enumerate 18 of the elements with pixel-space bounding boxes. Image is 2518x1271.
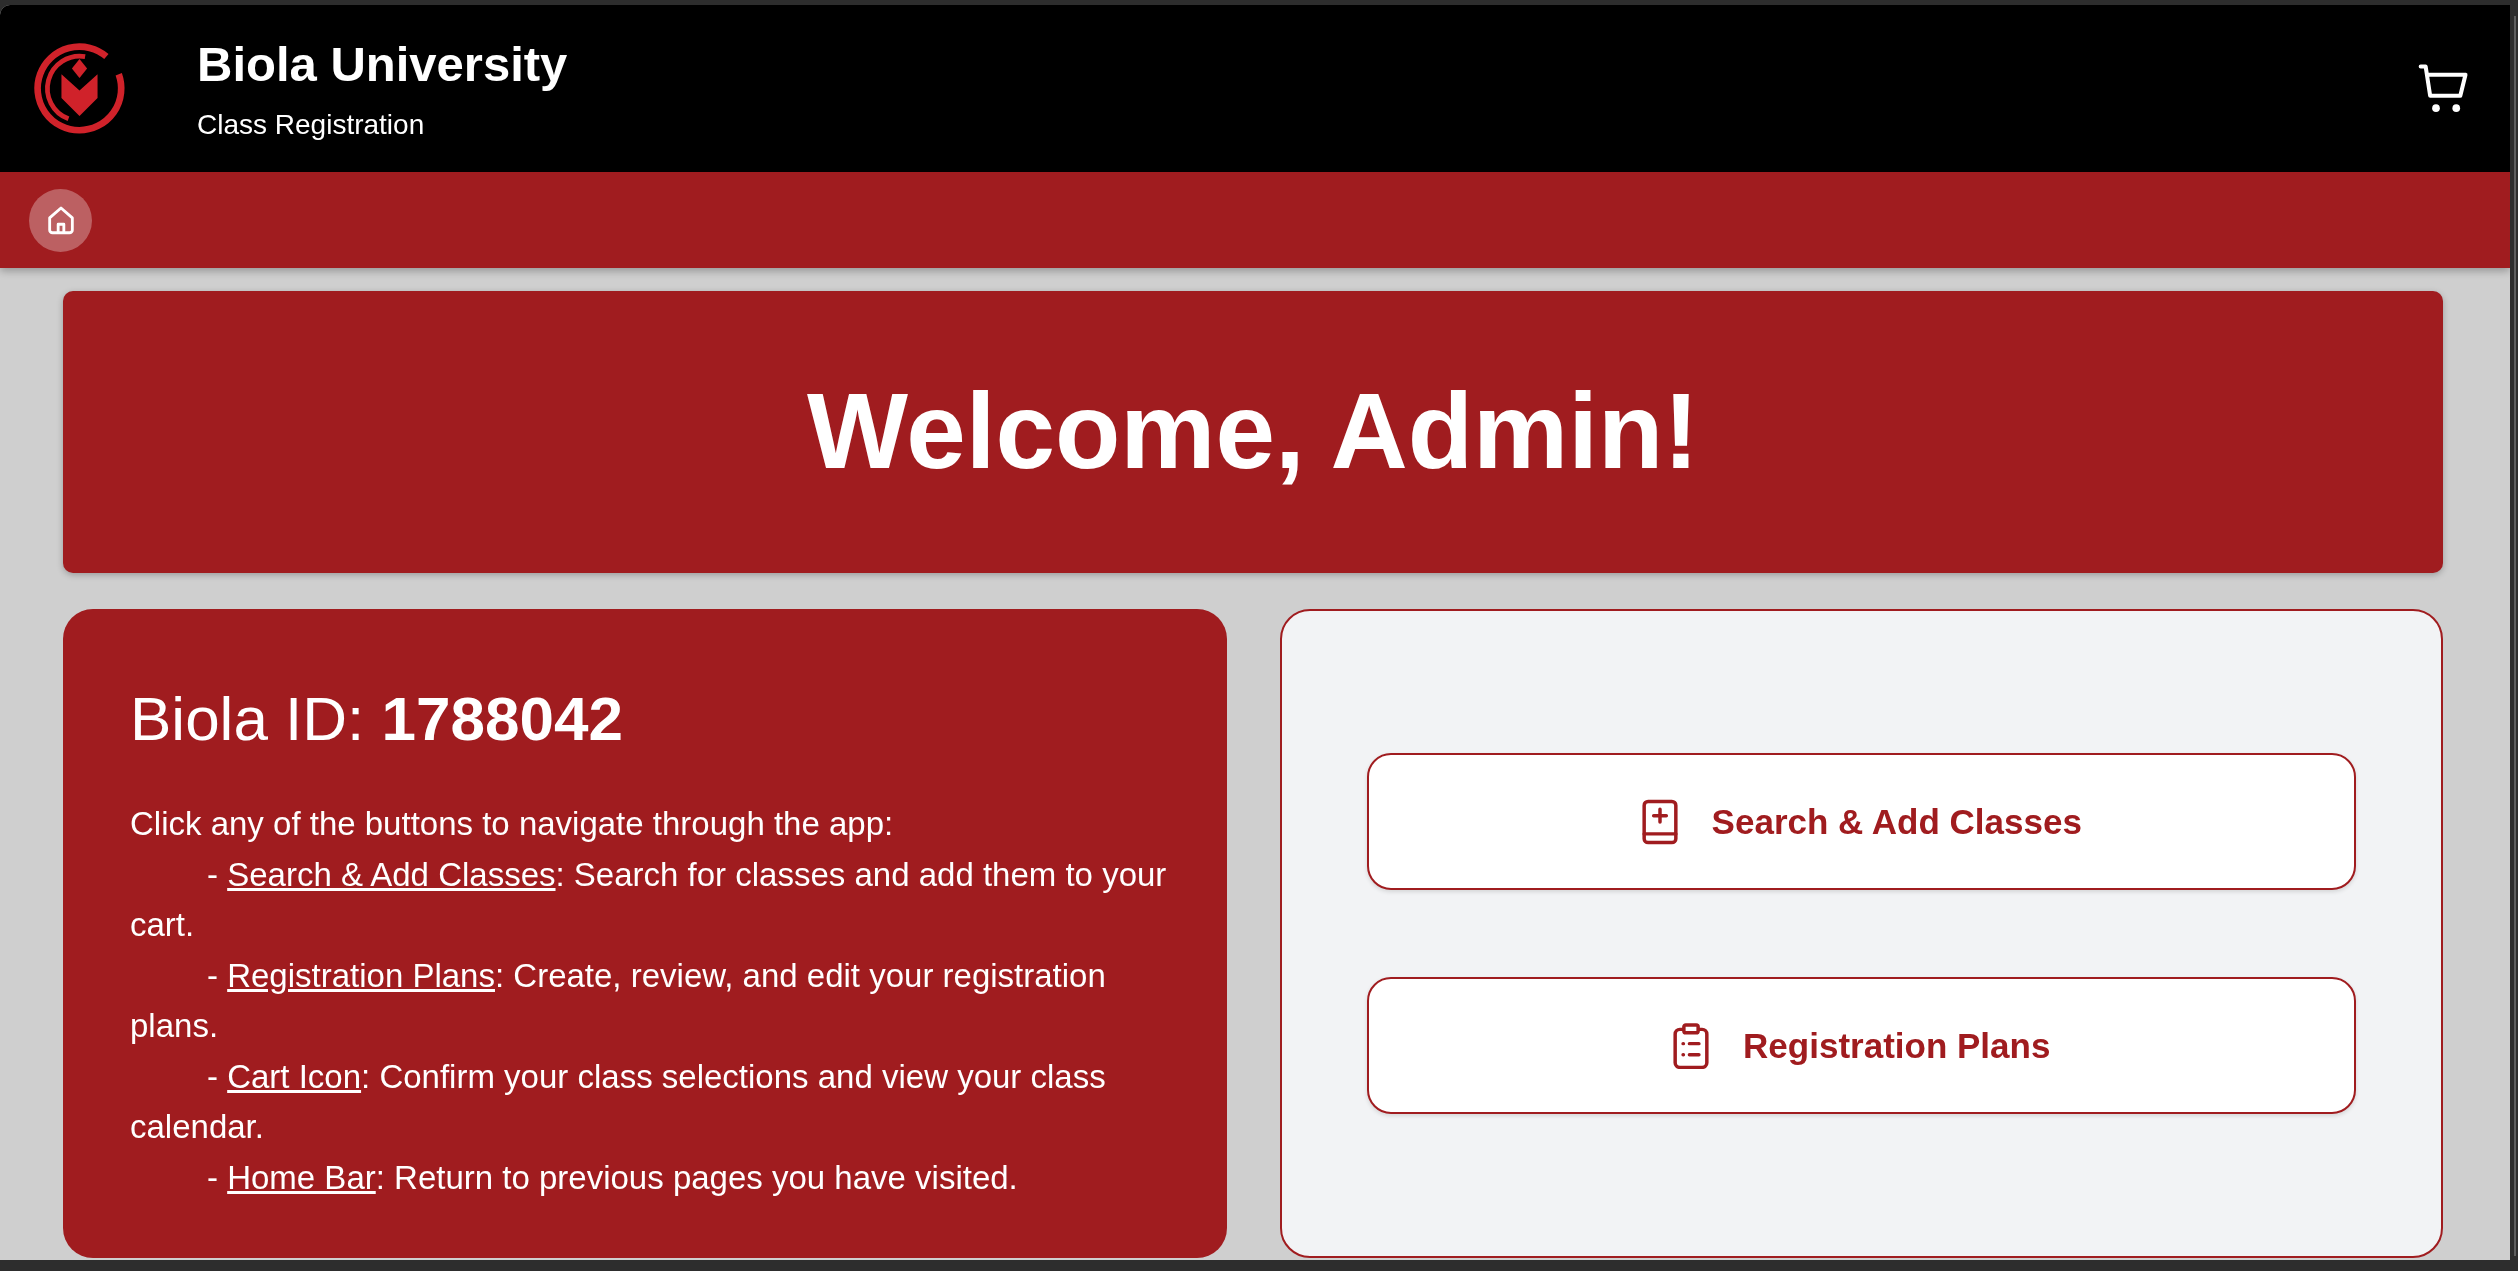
book-plus-icon <box>1640 798 1679 845</box>
welcome-heading: Welcome, Admin! <box>807 370 1699 494</box>
help-item-text: - Cart Icon: Confirm your class selections and view your class calendar. <box>130 1056 1107 1148</box>
app-title: Biola University <box>197 36 568 93</box>
help-item-text: - Home Bar: Return to previous pages you have visited. <box>206 1157 1019 1198</box>
app-subtitle: Class Registration <box>197 108 426 141</box>
clipboard-list-icon <box>1672 1022 1711 1069</box>
help-link[interactable]: Registration Plans <box>227 956 495 994</box>
help-link[interactable]: Cart Icon <box>227 1057 362 1095</box>
intro-text: Click any of the buttons to navigate through the app: <box>130 804 895 845</box>
help-item-text: - Registration Plans: Create, review, and edit your registration plans. <box>130 955 1107 1047</box>
help-link[interactable]: Home Bar <box>227 1158 376 1196</box>
action-button[interactable]: Search & Add Classes <box>1366 753 2356 890</box>
help-item-text: - Search & Add Classes: Search for classes and add them to your cart. <box>130 854 1168 946</box>
logo-icon <box>32 41 127 136</box>
help-link[interactable]: Search & Add Classes <box>227 855 556 893</box>
id-heading: Biola ID: 1788042 <box>130 683 624 755</box>
action-button[interactable]: Registration Plans <box>1366 977 2356 1114</box>
